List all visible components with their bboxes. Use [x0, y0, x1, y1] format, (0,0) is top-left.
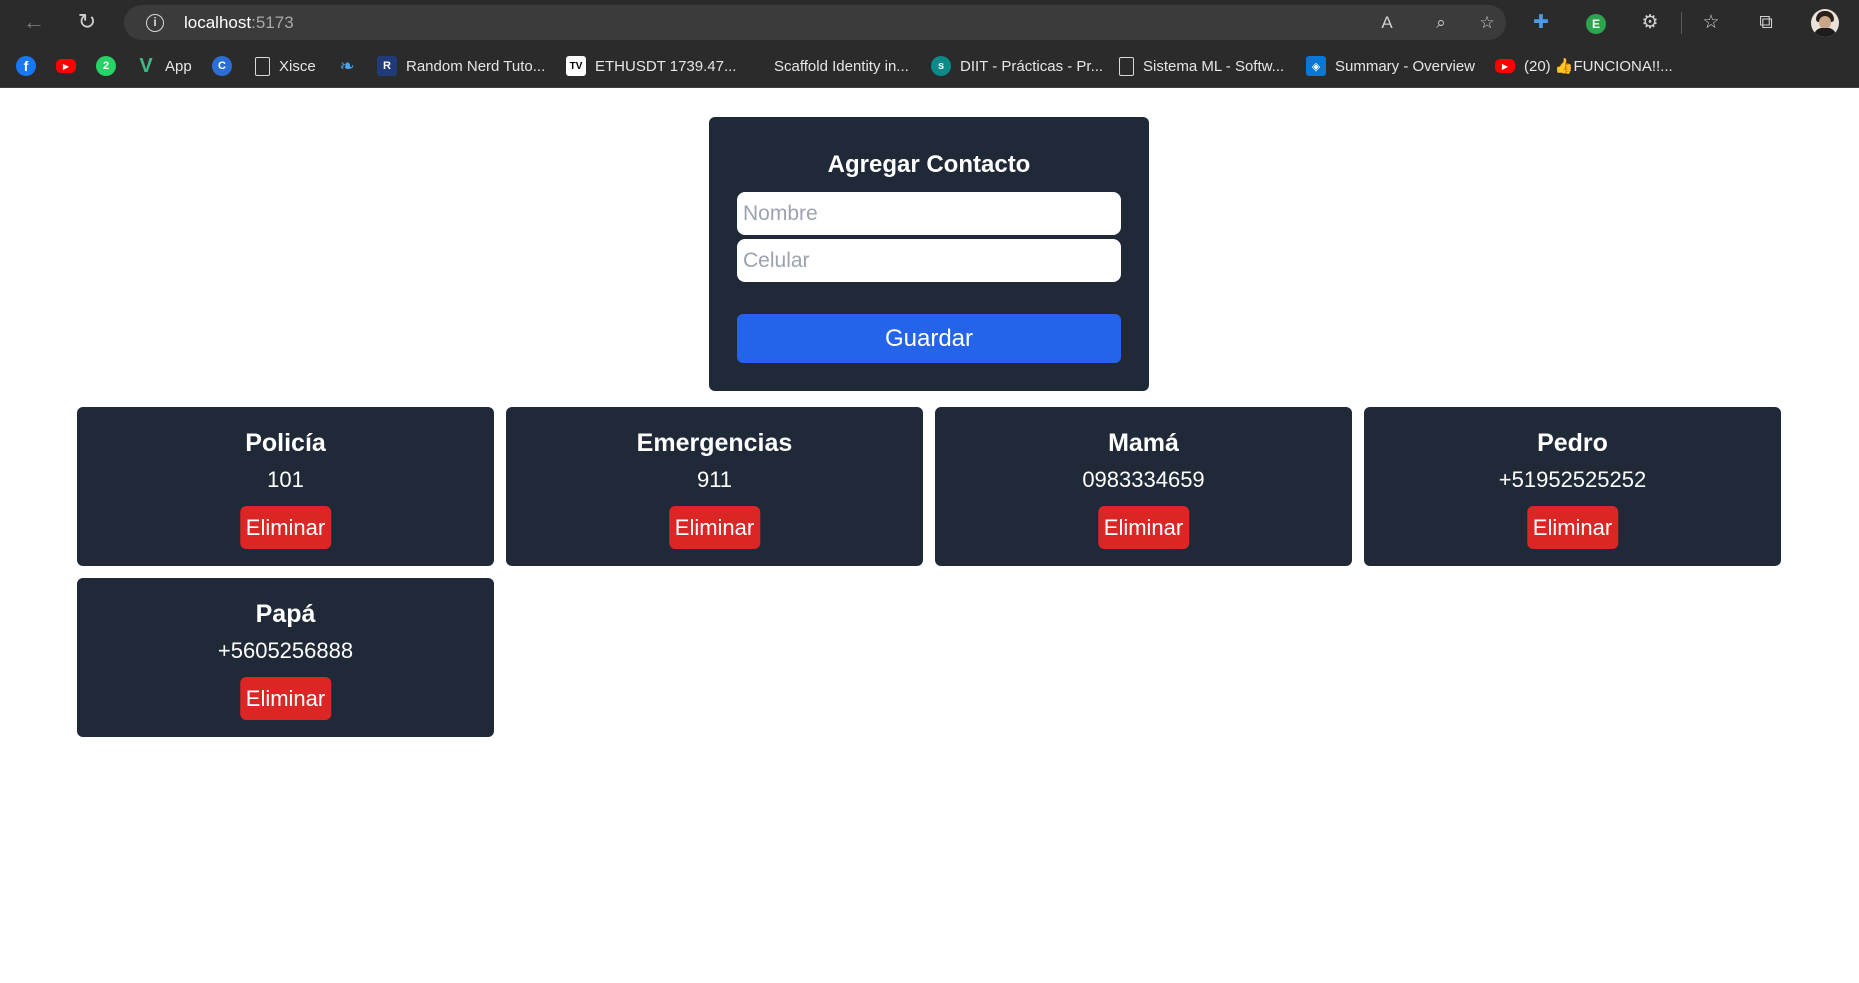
favorites-icon[interactable]: ☆	[1698, 10, 1724, 36]
contact-card: Mamá 0983334659 Eliminar	[935, 407, 1352, 566]
delete-button[interactable]: Eliminar	[1526, 506, 1619, 549]
save-button[interactable]: Guardar	[737, 314, 1121, 363]
bookmark-summary[interactable]: ◈ Summary - Overview	[1306, 54, 1475, 78]
bookmark-label: Summary - Overview	[1335, 57, 1476, 75]
contacts-grid: Policía 101 Eliminar Emergencias 911 Eli…	[77, 407, 1782, 737]
contact-phone: 0983334659	[1082, 467, 1205, 492]
profile-avatar[interactable]	[1811, 9, 1839, 37]
contact-name: Pedro	[1537, 429, 1608, 457]
bookmark-label: Sistema ML - Softw...	[1143, 57, 1285, 75]
bookmark-copilot[interactable]: C	[212, 54, 232, 78]
collections-icon[interactable]: ⧉	[1753, 10, 1779, 36]
youtube-icon: ▶	[1495, 59, 1515, 73]
contact-name: Policía	[245, 429, 326, 457]
document-icon	[1119, 56, 1134, 76]
bookmarks-bar: f ▶ 2 V App C Xisce ❧ R Random Nerd Tuto..…	[0, 44, 1859, 88]
contact-card: Papá +5605256888 Eliminar	[77, 578, 494, 737]
read-aloud-icon[interactable]: A	[1376, 12, 1398, 34]
facebook-icon: f	[16, 56, 36, 76]
bookmark-sistema-ml[interactable]: Sistema ML - Softw...	[1119, 54, 1284, 78]
bookmark-ethusdt[interactable]: TV ETHUSDT 1739.47...	[566, 54, 736, 78]
delete-button[interactable]: Eliminar	[239, 677, 332, 720]
rnt-icon: R	[377, 56, 397, 76]
document-icon	[255, 56, 270, 76]
page-content: Agregar Contacto Guardar Policía 101 Eli…	[0, 89, 1859, 983]
bookmark-label: DIIT - Prácticas - Pr...	[960, 57, 1104, 75]
contact-phone: 911	[696, 467, 733, 492]
bookmark-leaf[interactable]: ❧	[337, 54, 357, 78]
name-input[interactable]	[737, 192, 1121, 235]
microsoft-icon	[745, 56, 765, 76]
reload-button[interactable]: ↻	[72, 8, 102, 36]
bookmark-label: App	[165, 57, 192, 75]
contact-card: Pedro +51952525252 Eliminar	[1364, 407, 1781, 566]
bookmark-app[interactable]: V App	[136, 54, 192, 78]
extension-blue-icon[interactable]: ✚	[1528, 10, 1554, 36]
avatar-shirt	[1814, 28, 1836, 37]
delete-button[interactable]: Eliminar	[239, 506, 332, 549]
bookmark-funciona[interactable]: ▶ (20) 👍FUNCIONA!!...	[1495, 54, 1673, 78]
zoom-icon[interactable]: ⌕	[1430, 12, 1452, 34]
bookmark-scaffold[interactable]: Scaffold Identity in...	[745, 54, 909, 78]
contact-name: Papá	[255, 600, 316, 628]
tradingview-icon: TV	[566, 56, 586, 76]
phone-input[interactable]	[737, 239, 1121, 282]
back-button[interactable]: ←	[19, 8, 49, 36]
bookmark-whatsapp[interactable]: 2	[96, 54, 116, 78]
form-title: Agregar Contacto	[827, 151, 1031, 178]
bookmark-label: Xisce	[279, 57, 316, 75]
contact-name: Mamá	[1108, 429, 1179, 457]
delete-button[interactable]: Eliminar	[1097, 506, 1190, 549]
leaf-icon: ❧	[339, 55, 355, 76]
whatsapp-icon: 2	[96, 56, 116, 76]
address-bar[interactable]: i localhost:5173 A ⌕ ☆	[124, 5, 1506, 40]
vue-icon: V	[139, 54, 153, 77]
contact-card: Emergencias 911 Eliminar	[506, 407, 923, 566]
bookmark-label: Scaffold Identity in...	[774, 57, 909, 75]
contact-phone: +5605256888	[217, 638, 354, 663]
azure-devops-icon: ◈	[1306, 56, 1326, 76]
bookmark-random-nerd[interactable]: R Random Nerd Tuto...	[377, 54, 545, 78]
extension-green-icon[interactable]: E	[1583, 10, 1609, 36]
bookmark-xisce[interactable]: Xisce	[255, 54, 316, 78]
contact-phone: 101	[267, 467, 304, 492]
bookmark-diit[interactable]: s DIIT - Prácticas - Pr...	[931, 54, 1103, 78]
bookmark-label: ETHUSDT 1739.47...	[595, 57, 737, 75]
contact-phone: +51952525252	[1498, 467, 1647, 492]
url-port: :5173	[251, 13, 294, 32]
toolbar-divider	[1681, 12, 1682, 34]
delete-button[interactable]: Eliminar	[668, 506, 761, 549]
bookmark-youtube[interactable]: ▶	[56, 54, 76, 78]
copilot-icon: C	[212, 56, 232, 76]
bookmark-facebook[interactable]: f	[16, 54, 36, 78]
contact-name: Emergencias	[636, 429, 793, 457]
address-url[interactable]: localhost:5173	[184, 13, 294, 33]
sharepoint-icon: s	[931, 56, 951, 76]
add-favorite-icon[interactable]: ☆	[1476, 12, 1498, 34]
bookmark-label: Random Nerd Tuto...	[406, 57, 546, 75]
url-host: localhost	[184, 13, 252, 32]
bookmark-label: (20) 👍FUNCIONA!!...	[1524, 58, 1673, 75]
contact-card: Policía 101 Eliminar	[77, 407, 494, 566]
extensions-icon[interactable]: ⚙	[1637, 10, 1663, 36]
site-info-icon[interactable]: i	[146, 14, 164, 32]
add-contact-form: Agregar Contacto Guardar	[709, 117, 1149, 391]
browser-toolbar: ← ↻ i localhost:5173 A ⌕ ☆ ✚ E ⚙ ☆ ⧉	[0, 0, 1859, 44]
youtube-icon: ▶	[56, 59, 76, 73]
